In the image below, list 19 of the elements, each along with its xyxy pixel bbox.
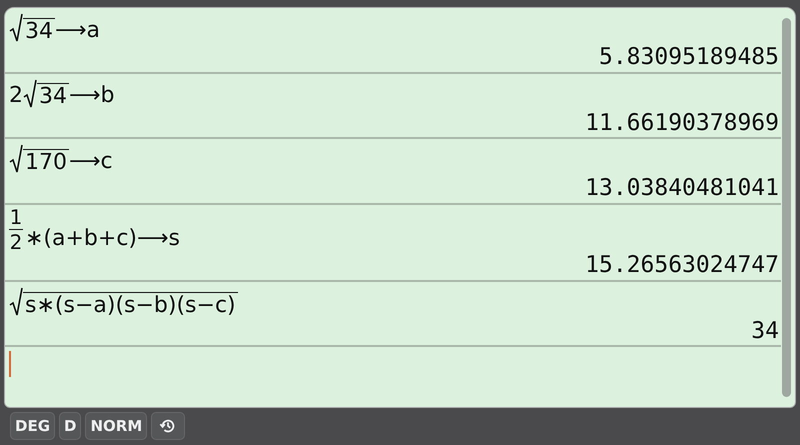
- mode-button[interactable]: NORM: [85, 412, 148, 440]
- mode-button[interactable]: D: [59, 412, 82, 440]
- expression-text: ⟶b: [69, 83, 115, 110]
- result-text: 15.26563024747: [585, 252, 780, 280]
- expression-text: 34: [23, 18, 55, 44]
- expression-text: 34: [37, 83, 69, 110]
- result-text: 11.66190378969: [585, 110, 780, 138]
- expression-text: ⟶a: [55, 18, 100, 44]
- result-text: 34: [751, 318, 780, 346]
- mode-button[interactable]: DEG: [10, 412, 56, 440]
- result-text: 13.03840481041: [585, 175, 780, 203]
- expression-text: ∗(a+b+c)⟶s: [25, 226, 180, 252]
- denominator-text: 2: [10, 232, 22, 252]
- expression-text: ⟶c: [69, 148, 113, 176]
- numerator-text: 1: [10, 206, 22, 227]
- result-text: 5.83095189485: [598, 44, 780, 72]
- expression-text: s∗(s−a)(s−b)(s−c): [23, 292, 238, 318]
- expression-text: 170: [23, 148, 69, 176]
- expression-text: 2: [9, 83, 23, 110]
